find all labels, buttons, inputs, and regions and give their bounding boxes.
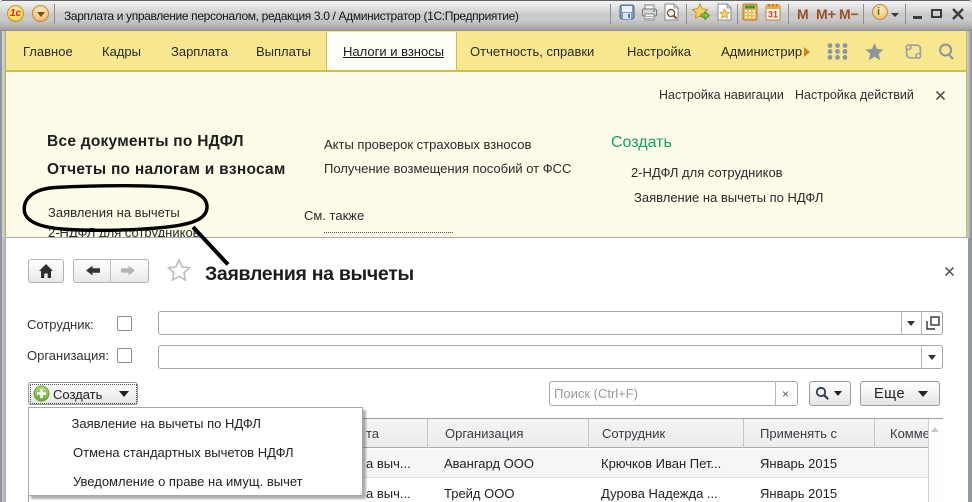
svg-text:31: 31 (768, 10, 778, 20)
